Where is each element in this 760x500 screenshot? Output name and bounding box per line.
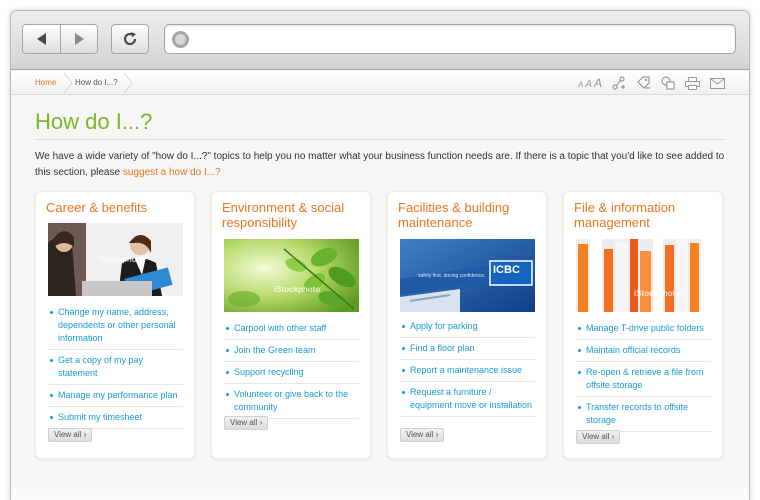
browser-window: Home How do I...? A A A How do I...? We … (10, 10, 750, 500)
reload-button[interactable] (111, 24, 149, 54)
card-image-office: iStockphoto (48, 223, 183, 296)
list-item[interactable]: Submit my timesheet (48, 407, 183, 429)
card-links: Change my name, address, dependents or o… (48, 302, 183, 429)
history-buttons (22, 24, 98, 54)
arrow-right-icon (75, 33, 84, 45)
image-watermark: iStockphoto (274, 285, 321, 294)
list-item[interactable]: Manage my performance plan (48, 385, 183, 407)
card-career-benefits: Career & benefits iStockphoto Change my … (35, 191, 195, 459)
copy-icon[interactable] (661, 76, 675, 90)
list-item[interactable]: Maintain official records (576, 340, 711, 362)
page-title: How do I...? (35, 109, 725, 140)
page-tools: A A A (578, 71, 725, 95)
font-small-button[interactable]: A (578, 80, 583, 89)
card-links: Apply for parking Find a floor plan Repo… (400, 316, 535, 417)
breadcrumb-separator-icon (123, 73, 133, 93)
bookmark-tag-icon[interactable] (637, 76, 651, 90)
print-icon[interactable] (685, 76, 700, 90)
card-environment: Environment & social responsibility iSto… (211, 191, 371, 459)
back-button[interactable] (23, 25, 60, 53)
list-item[interactable]: Find a floor plan (400, 338, 535, 360)
card-title[interactable]: Environment & social responsibility (222, 200, 367, 230)
list-item[interactable]: Join the Green team (224, 340, 359, 362)
card-image-folders: iStockphoto (576, 239, 711, 312)
topic-cards: Career & benefits iStockphoto Change my … (35, 191, 727, 481)
view-all-button[interactable]: View all › (400, 428, 445, 442)
list-item[interactable]: Carpool with other staff (224, 318, 359, 340)
browser-toolbar (11, 11, 749, 70)
breadcrumb-home[interactable]: Home (35, 71, 56, 95)
icbc-logo-text: ICBC (493, 264, 520, 276)
card-facilities: Facilities & building maintenance ICBC s… (387, 191, 547, 459)
globe-icon (172, 31, 189, 48)
bottom-fade (11, 481, 749, 500)
font-medium-button[interactable]: A (585, 79, 592, 90)
list-item[interactable]: Request a furniture / equipment move or … (400, 382, 535, 417)
arrow-left-icon (36, 33, 46, 45)
card-links: Carpool with other staff Join the Green … (224, 318, 359, 419)
card-title[interactable]: Facilities & building maintenance (398, 200, 543, 230)
card-file-information: File & information management iStockphot… (563, 191, 723, 459)
suggest-link[interactable]: suggest a how do I...? (123, 167, 221, 178)
list-item[interactable]: Support recycling (224, 362, 359, 384)
intro-paragraph: We have a wide variety of "how do I...?"… (35, 149, 725, 181)
image-watermark: iStockphoto (98, 255, 145, 264)
view-all-button[interactable]: View all › (576, 430, 621, 444)
card-image-icbc-building: ICBC safety first. driving confidence. (400, 239, 535, 312)
url-bar[interactable] (164, 24, 736, 54)
reload-icon (123, 32, 137, 46)
card-title[interactable]: File & information management (574, 200, 719, 230)
font-large-button[interactable]: A (594, 76, 602, 90)
card-image-leaves: iStockphoto (224, 239, 359, 312)
email-icon[interactable] (710, 77, 725, 89)
forward-button[interactable] (60, 25, 97, 53)
list-item[interactable]: Apply for parking (400, 316, 535, 338)
breadcrumb-bar: Home How do I...? A A A (11, 71, 749, 95)
list-item[interactable]: Re-open & retrieve a file from offsite s… (576, 362, 711, 397)
breadcrumb-current: How do I...? (75, 78, 118, 87)
share-icon[interactable] (612, 76, 627, 90)
list-item[interactable]: Volunteer or give back to the community (224, 384, 359, 419)
view-all-button[interactable]: View all › (48, 428, 93, 442)
list-item[interactable]: Report a maintenance issue (400, 360, 535, 382)
list-item[interactable]: Manage T-drive public folders (576, 318, 711, 340)
card-links: Manage T-drive public folders Maintain o… (576, 318, 711, 432)
list-item[interactable]: Transfer records to offsite storage (576, 397, 711, 432)
breadcrumb-separator-icon (63, 73, 73, 93)
card-title[interactable]: Career & benefits (46, 200, 191, 215)
list-item[interactable]: Change my name, address, dependents or o… (48, 302, 183, 350)
view-all-button[interactable]: View all › (224, 416, 269, 430)
list-item[interactable]: Get a copy of my pay statement (48, 350, 183, 385)
icbc-slogan: safety first. driving confidence. (418, 273, 486, 279)
font-size-controls: A A A (578, 76, 602, 90)
page-content: How do I...? We have a wide variety of "… (35, 109, 725, 459)
image-watermark: iStockphoto (634, 289, 681, 298)
